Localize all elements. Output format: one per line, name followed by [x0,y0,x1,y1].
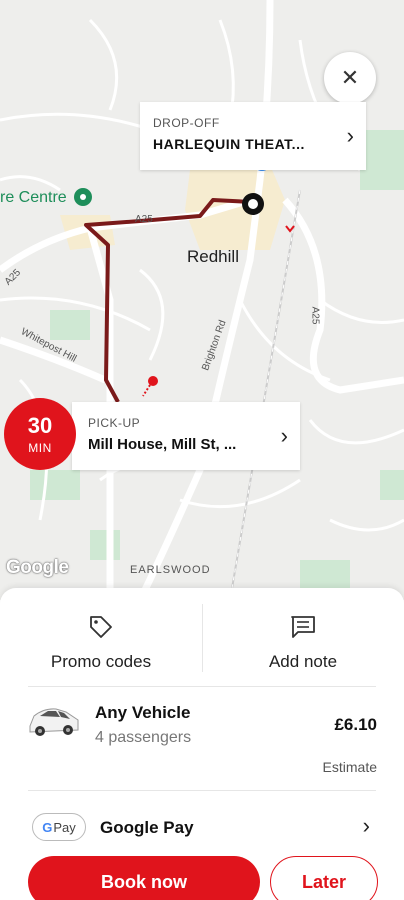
fare-price: £6.10 [334,715,377,734]
vehicle-passengers: 4 passengers [95,729,192,746]
chevron-right-icon: › [346,123,354,148]
dropoff-card[interactable]: DROP-OFF HARLEQUIN THEAT... › [140,102,366,170]
close-icon: ✕ [340,65,360,90]
dropoff-label: DROP-OFF [153,116,220,130]
book-now-button[interactable]: Book now [28,856,260,900]
gpay-pay: Pay [53,819,76,835]
add-note-label: Add note [268,652,338,671]
divider [28,790,376,791]
pickup-address: Mill House, Mill St, ... [88,436,237,453]
tag-icon [88,612,114,642]
map-label-centre: re Centre [0,189,67,206]
chevron-right-icon: › [362,813,370,838]
divider [202,604,203,672]
map-label-earlswood: EARLSWOOD [130,564,211,576]
pickup-card[interactable]: PICK-UP Mill House, Mill St, ... › [72,402,300,470]
close-button[interactable]: ✕ [324,52,376,104]
add-note-button[interactable]: Add note [202,588,404,686]
google-pay-icon: G Pay [32,813,86,841]
vehicle-name: Any Vehicle [95,703,191,722]
pickup-label: PICK-UP [88,416,141,430]
payment-name: Google Pay [100,818,194,837]
booking-sheet: Promo codes Add note Any Vehicle 4 passe… [0,588,404,900]
payment-method[interactable]: G Pay Google Pay › [0,792,404,854]
gpay-g: G [42,819,53,835]
chevron-right-icon: › [280,423,288,448]
google-logo: Google [6,557,69,578]
map-label-a25-right: A25 [309,306,321,325]
map[interactable]: re Centre A25 A25 A25 Redhill Whitepost … [0,0,404,600]
car-icon [26,700,82,745]
action-row: Promo codes Add note [0,588,404,686]
vehicle-option[interactable]: Any Vehicle 4 passengers £6.10 Estimate [0,688,404,788]
later-button[interactable]: Later [270,856,378,900]
eta-badge: 30 MIN [4,398,76,470]
promo-codes-button[interactable]: Promo codes [0,588,202,686]
promo-codes-label: Promo codes [50,652,152,671]
eta-number: 30 [27,413,53,438]
map-label-a25-top: A25 [135,214,153,225]
map-label-redhill: Redhill [187,247,239,266]
note-icon [289,612,317,642]
dropoff-address: HARLEQUIN THEAT... [153,136,305,152]
divider [28,686,376,687]
fare-estimate-label: Estimate [322,759,377,775]
eta-unit: MIN [28,441,52,455]
